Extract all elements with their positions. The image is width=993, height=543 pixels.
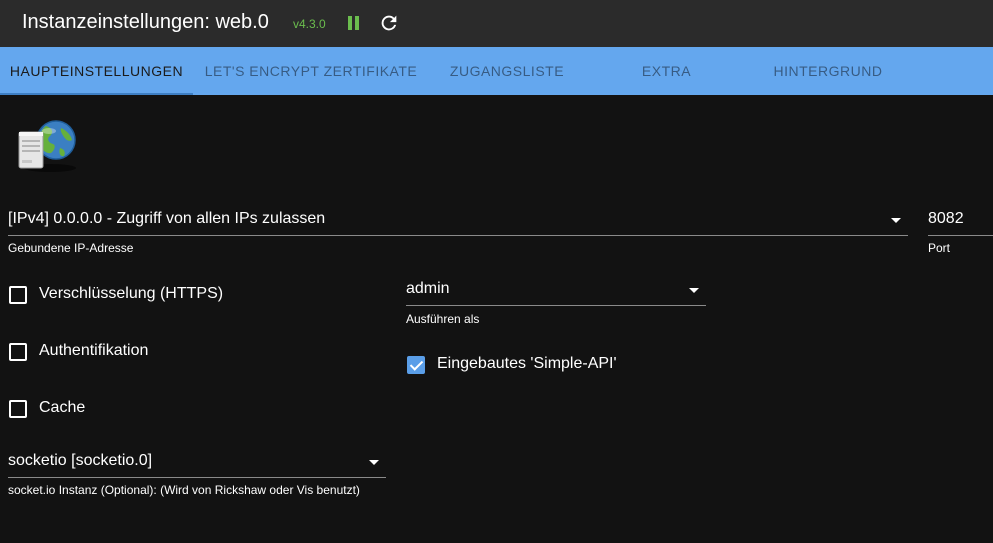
socketio-label: socket.io Instanz (Optional): (Wird von … bbox=[8, 483, 360, 497]
dropdown-arrow-icon bbox=[891, 218, 901, 223]
https-label: Verschlüsselung (HTTPS) bbox=[39, 285, 224, 302]
tab-zugangsliste[interactable]: ZUGANGSLISTE bbox=[429, 47, 585, 95]
simple-api-label: Eingebautes 'Simple-API' bbox=[437, 355, 617, 372]
pause-icon[interactable] bbox=[346, 14, 362, 32]
title-bar: Instanzeinstellungen: web.0 v4.3.0 bbox=[0, 0, 993, 47]
tab-hintergrund[interactable]: HINTERGRUND bbox=[748, 47, 908, 95]
run-as-value: admin bbox=[406, 280, 450, 297]
web-server-globe-icon bbox=[18, 120, 76, 172]
https-checkbox[interactable]: Verschlüsselung (HTTPS) bbox=[9, 283, 249, 307]
tab-haupteinstellungen[interactable]: HAUPTEINSTELLUNGEN bbox=[0, 47, 193, 95]
cache-label: Cache bbox=[39, 399, 86, 416]
simple-api-checkbox[interactable]: Eingebautes 'Simple-API' bbox=[407, 353, 647, 377]
port-input[interactable]: 8082 bbox=[928, 210, 993, 236]
run-as-label: Ausführen als bbox=[406, 312, 480, 326]
dropdown-arrow-icon bbox=[689, 288, 699, 293]
checkbox-checked-icon bbox=[407, 356, 425, 374]
socketio-select[interactable]: socketio [socketio.0] bbox=[8, 452, 386, 478]
port-label: Port bbox=[928, 241, 951, 255]
tab-lets-encrypt[interactable]: LET'S ENCRYPT ZERTIFIKATE bbox=[193, 47, 429, 95]
dropdown-arrow-icon bbox=[369, 460, 379, 465]
cache-checkbox[interactable]: Cache bbox=[9, 397, 129, 421]
tab-bar: HAUPTEINSTELLUNGEN LET'S ENCRYPT ZERTIFI… bbox=[0, 47, 993, 95]
checkbox-unchecked-icon bbox=[9, 286, 27, 304]
bind-ip-label: Gebundene IP-Adresse bbox=[8, 241, 134, 255]
auth-label: Authentifikation bbox=[39, 342, 149, 359]
run-as-select[interactable]: admin bbox=[406, 280, 706, 306]
version-label: v4.3.0 bbox=[293, 17, 326, 31]
auth-checkbox[interactable]: Authentifikation bbox=[9, 340, 209, 364]
tab-extra[interactable]: EXTRA bbox=[585, 47, 748, 95]
checkbox-unchecked-icon bbox=[9, 343, 27, 361]
bind-ip-value: [IPv4] 0.0.0.0 - Zugriff von allen IPs z… bbox=[8, 210, 326, 227]
checkbox-unchecked-icon bbox=[9, 400, 27, 418]
bind-ip-select[interactable]: [IPv4] 0.0.0.0 - Zugriff von allen IPs z… bbox=[8, 210, 908, 236]
page-title: Instanzeinstellungen: web.0 bbox=[22, 11, 269, 33]
socketio-value: socketio [socketio.0] bbox=[8, 452, 153, 469]
reload-icon[interactable] bbox=[378, 12, 400, 34]
